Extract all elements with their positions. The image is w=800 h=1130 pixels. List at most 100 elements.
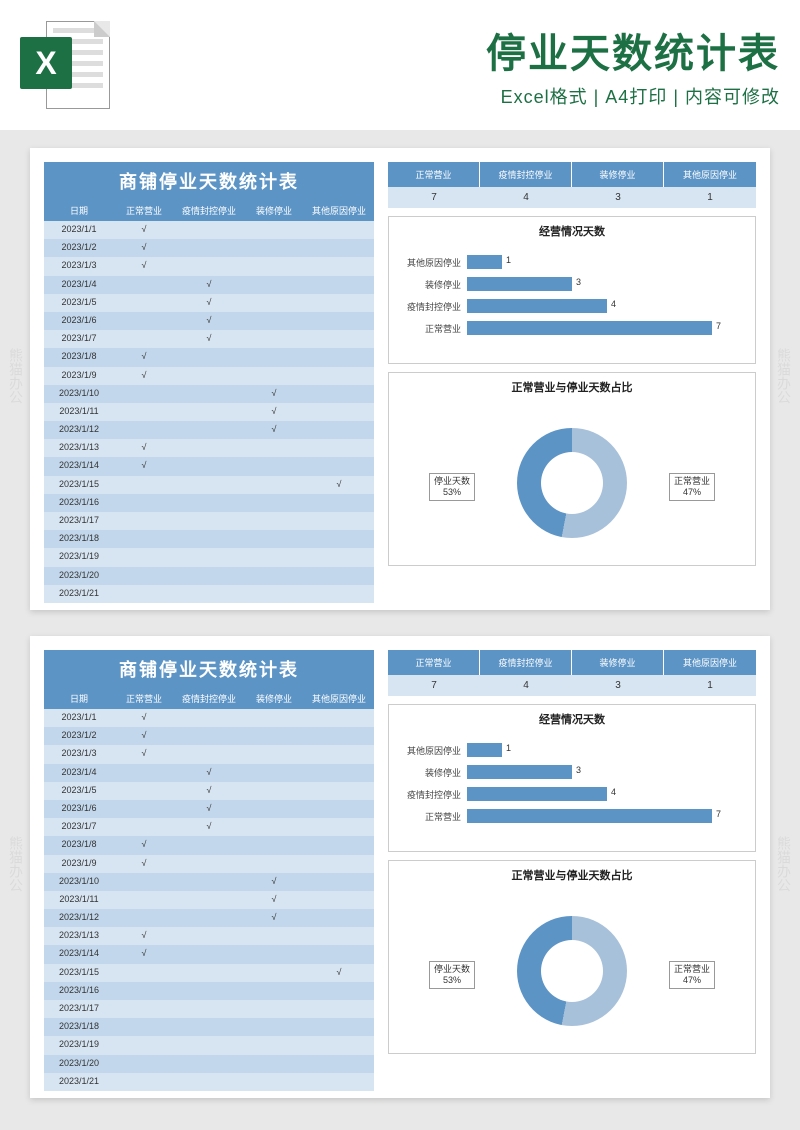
cell-check bbox=[304, 567, 374, 585]
cell-check: √ bbox=[304, 476, 374, 494]
cell-date: 2023/1/21 bbox=[44, 585, 114, 603]
cell-check bbox=[304, 239, 374, 257]
bar-track: 4 bbox=[467, 787, 747, 801]
cell-check bbox=[174, 891, 244, 909]
table-row: 2023/1/16 bbox=[44, 494, 374, 512]
cell-check bbox=[114, 800, 174, 818]
cell-check bbox=[304, 727, 374, 745]
cell-check bbox=[304, 1000, 374, 1018]
bar-track: 3 bbox=[467, 277, 747, 291]
summary-values: 7 4 3 1 bbox=[388, 187, 756, 208]
donut-chart-title: 正常营业与停业天数占比 bbox=[389, 373, 755, 401]
cell-check bbox=[304, 891, 374, 909]
cell-date: 2023/1/1 bbox=[44, 221, 114, 239]
cell-date: 2023/1/3 bbox=[44, 257, 114, 275]
cell-date: 2023/1/20 bbox=[44, 1055, 114, 1073]
cell-check bbox=[174, 1000, 244, 1018]
cell-date: 2023/1/16 bbox=[44, 982, 114, 1000]
table-row: 2023/1/5√ bbox=[44, 294, 374, 312]
cell-check bbox=[174, 945, 244, 963]
cell-check bbox=[114, 385, 174, 403]
table-row: 2023/1/2√ bbox=[44, 727, 374, 745]
cell-check bbox=[244, 1018, 304, 1036]
sum-v-3: 1 bbox=[664, 675, 756, 696]
table-row: 2023/1/6√ bbox=[44, 800, 374, 818]
cell-date: 2023/1/4 bbox=[44, 764, 114, 782]
charts-panel: 正常营业 疫情封控停业 装修停业 其他原因停业 7 4 3 1 经营情况天数 其… bbox=[388, 162, 756, 596]
cell-check bbox=[114, 330, 174, 348]
cell-check bbox=[174, 367, 244, 385]
bar-category-label: 其他原因停业 bbox=[393, 256, 461, 269]
table-row: 2023/1/17 bbox=[44, 1000, 374, 1018]
charts-panel: 正常营业 疫情封控停业 装修停业 其他原因停业 7 4 3 1 经营情况天数 其… bbox=[388, 650, 756, 1084]
sum-h-3: 其他原因停业 bbox=[664, 162, 756, 187]
cell-check: √ bbox=[244, 385, 304, 403]
cell-check bbox=[304, 982, 374, 1000]
cell-check bbox=[304, 276, 374, 294]
table-row: 2023/1/7√ bbox=[44, 818, 374, 836]
cell-check: √ bbox=[174, 312, 244, 330]
cell-check bbox=[244, 585, 304, 603]
cell-check bbox=[244, 1073, 304, 1091]
donut-label-closed: 停业天数 53% bbox=[429, 961, 475, 989]
cell-check bbox=[174, 512, 244, 530]
bar-chart: 经营情况天数 其他原因停业1装修停业3疫情封控停业4正常营业7 bbox=[388, 216, 756, 364]
cell-date: 2023/1/15 bbox=[44, 476, 114, 494]
table-row: 2023/1/16 bbox=[44, 982, 374, 1000]
table-row: 2023/1/18 bbox=[44, 530, 374, 548]
cell-check bbox=[244, 745, 304, 763]
cell-check bbox=[244, 727, 304, 745]
excel-file-icon: X bbox=[20, 15, 110, 115]
cell-check bbox=[244, 530, 304, 548]
cell-date: 2023/1/4 bbox=[44, 276, 114, 294]
cell-date: 2023/1/5 bbox=[44, 294, 114, 312]
bar-row: 其他原因停业1 bbox=[393, 739, 747, 761]
cell-date: 2023/1/7 bbox=[44, 330, 114, 348]
cell-check bbox=[174, 709, 244, 727]
cell-check bbox=[304, 348, 374, 366]
cell-date: 2023/1/16 bbox=[44, 494, 114, 512]
cell-check bbox=[304, 873, 374, 891]
cell-check bbox=[114, 909, 174, 927]
cell-check bbox=[114, 512, 174, 530]
bar-fill bbox=[467, 787, 607, 801]
table-row: 2023/1/8√ bbox=[44, 348, 374, 366]
bar-chart-body: 其他原因停业1装修停业3疫情封控停业4正常营业7 bbox=[389, 245, 755, 363]
cell-check: √ bbox=[114, 709, 174, 727]
cell-check: √ bbox=[244, 873, 304, 891]
cell-check bbox=[114, 1055, 174, 1073]
cell-date: 2023/1/12 bbox=[44, 421, 114, 439]
cell-check bbox=[244, 294, 304, 312]
donut-chart-body: 停业天数 53% 正常营业 47% bbox=[389, 889, 755, 1053]
cell-check bbox=[304, 221, 374, 239]
cell-date: 2023/1/19 bbox=[44, 1036, 114, 1054]
cell-check bbox=[244, 567, 304, 585]
bar-fill bbox=[467, 809, 712, 823]
table-row: 2023/1/14√ bbox=[44, 945, 374, 963]
cell-check bbox=[304, 294, 374, 312]
watermark-left: 熊猫办公 bbox=[6, 348, 26, 404]
cell-check bbox=[304, 494, 374, 512]
bar-chart-title: 经营情况天数 bbox=[389, 217, 755, 245]
cell-check bbox=[304, 836, 374, 854]
cell-check bbox=[174, 403, 244, 421]
cell-check bbox=[244, 239, 304, 257]
bar-row: 装修停业3 bbox=[393, 273, 747, 295]
cell-date: 2023/1/10 bbox=[44, 873, 114, 891]
cell-check bbox=[114, 873, 174, 891]
cell-check bbox=[244, 330, 304, 348]
col-other: 其他原因停业 bbox=[304, 688, 374, 709]
cell-check bbox=[114, 1073, 174, 1091]
data-table: 商铺停业天数统计表 日期 正常营业 疫情封控停业 装修停业 其他原因停业 202… bbox=[44, 650, 374, 1084]
table-row: 2023/1/20 bbox=[44, 567, 374, 585]
watermark-right: 熊猫办公 bbox=[774, 836, 794, 892]
donut-closed-pct: 53% bbox=[434, 487, 470, 498]
cell-check: √ bbox=[304, 964, 374, 982]
table-row: 2023/1/9√ bbox=[44, 855, 374, 873]
cell-check bbox=[114, 1000, 174, 1018]
cell-check bbox=[174, 257, 244, 275]
cell-check bbox=[244, 945, 304, 963]
cell-check bbox=[174, 1018, 244, 1036]
cell-check: √ bbox=[244, 891, 304, 909]
cell-check bbox=[174, 476, 244, 494]
